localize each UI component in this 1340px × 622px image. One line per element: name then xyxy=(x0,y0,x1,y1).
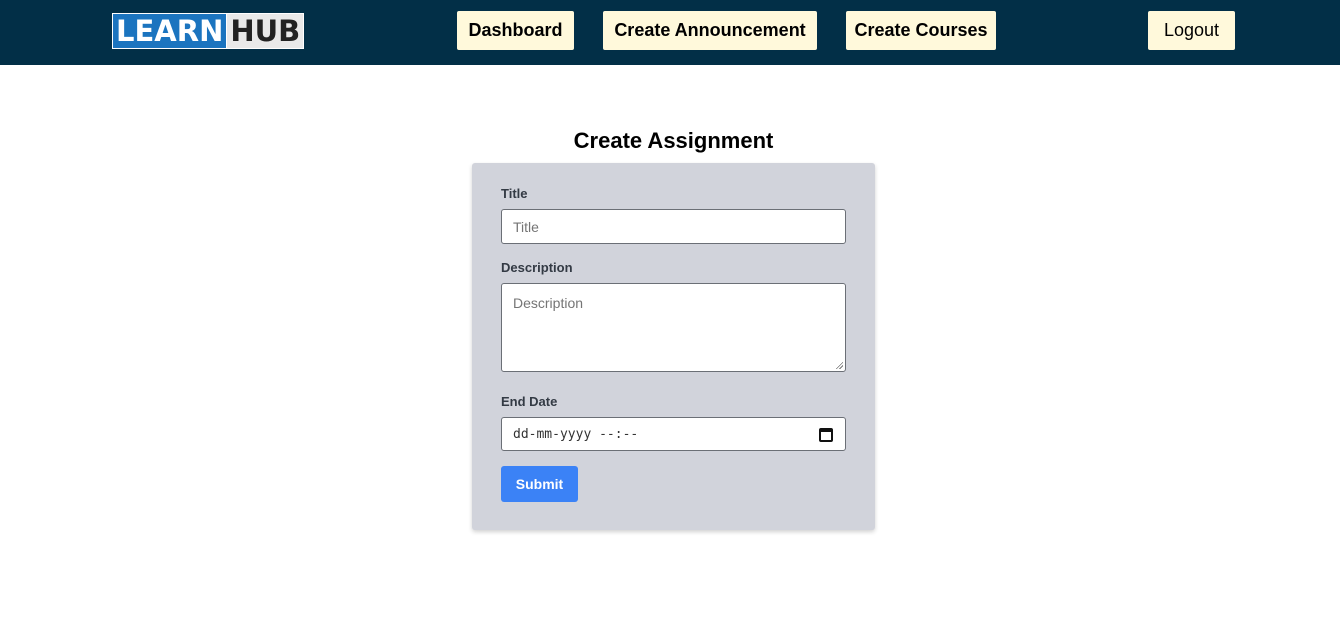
end-date-placeholder: dd-mm-yyyy --:-- xyxy=(513,427,639,442)
create-announcement-button[interactable]: Create Announcement xyxy=(603,11,817,50)
submit-button[interactable]: Submit xyxy=(501,466,578,502)
calendar-icon[interactable] xyxy=(819,428,833,442)
description-label: Description xyxy=(501,260,573,275)
dashboard-button[interactable]: Dashboard xyxy=(457,11,574,50)
logo-learn-text: LEARN xyxy=(112,13,227,49)
end-date-label: End Date xyxy=(501,394,558,409)
description-placeholder: Description xyxy=(513,295,584,311)
description-textarea[interactable]: Description xyxy=(501,283,846,372)
title-input[interactable]: Title xyxy=(501,209,846,244)
title-label: Title xyxy=(501,186,528,201)
learnhub-logo[interactable]: LEARN HUB xyxy=(112,13,305,49)
resize-grip-icon[interactable] xyxy=(835,361,843,369)
top-navbar: LEARN HUB Dashboard Create Announcement … xyxy=(0,0,1340,65)
logout-button[interactable]: Logout xyxy=(1148,11,1235,50)
logo-hub-text: HUB xyxy=(226,13,305,49)
page-title: Create Assignment xyxy=(573,128,774,153)
end-date-input[interactable]: dd-mm-yyyy --:-- xyxy=(501,417,846,451)
assignment-form-card: Title Title Description Description End … xyxy=(472,163,875,530)
create-courses-button[interactable]: Create Courses xyxy=(846,11,996,50)
